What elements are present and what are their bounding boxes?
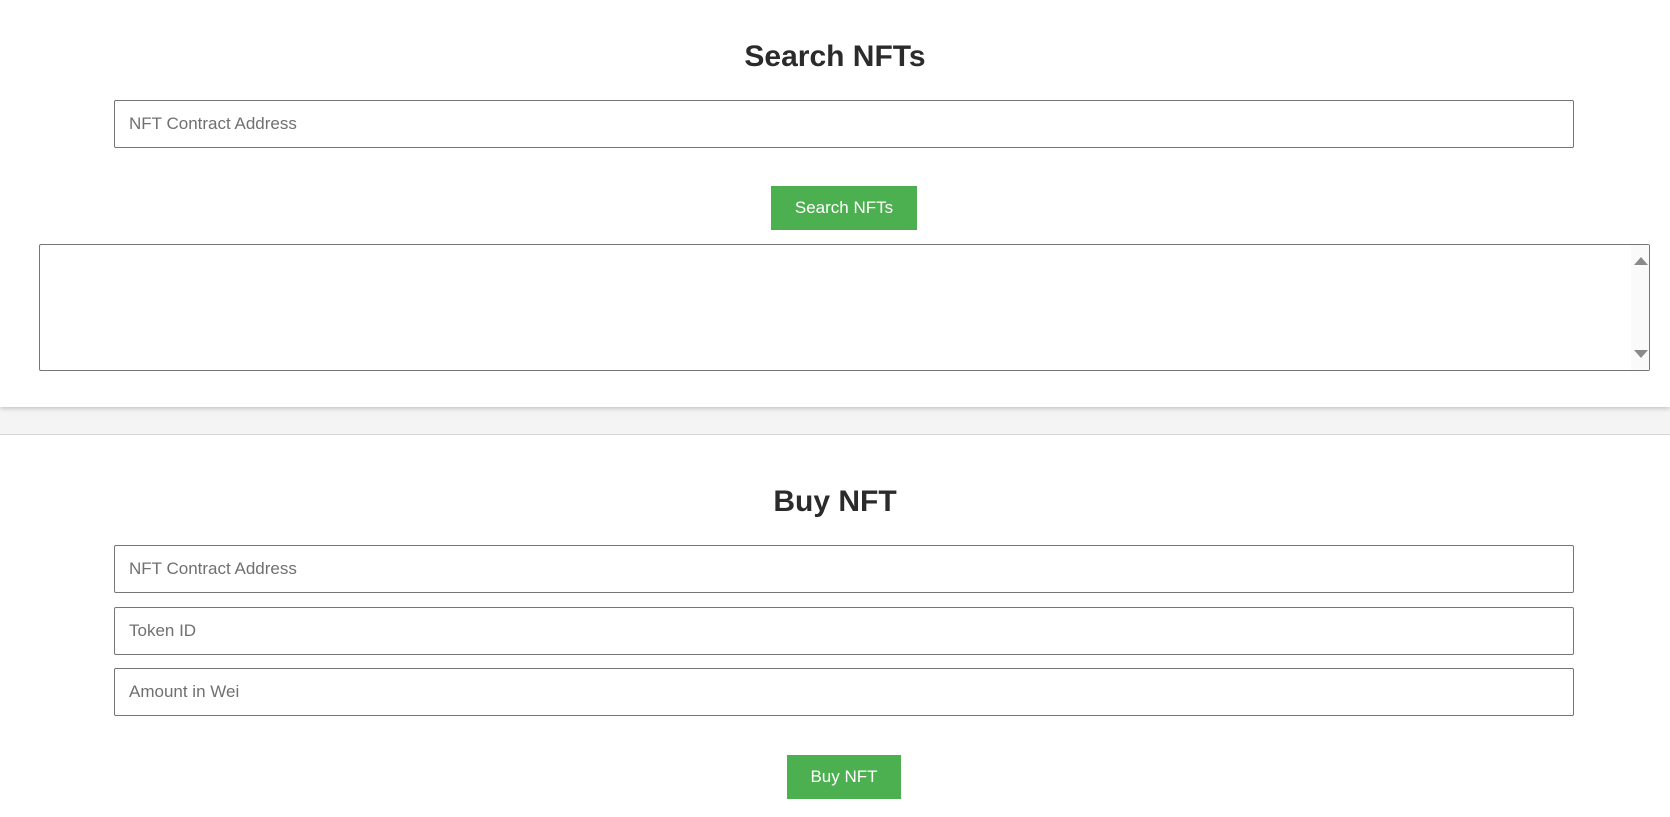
textarea-scrollbar[interactable] xyxy=(1631,245,1649,370)
search-nfts-section: Search NFTs Search NFTs xyxy=(0,0,1670,407)
scroll-up-arrow-icon[interactable] xyxy=(1634,257,1648,265)
buy-contract-address-input[interactable] xyxy=(114,545,1574,593)
search-results-textarea[interactable] xyxy=(39,244,1650,371)
search-nfts-button[interactable]: Search NFTs xyxy=(771,186,917,230)
search-nfts-title: Search NFTs xyxy=(744,40,926,73)
buy-nft-section: Buy NFT Buy NFT xyxy=(0,434,1670,817)
scroll-down-arrow-icon[interactable] xyxy=(1634,350,1648,358)
buy-nft-title: Buy NFT xyxy=(773,485,897,518)
search-contract-address-input[interactable] xyxy=(114,100,1574,148)
token-id-input[interactable] xyxy=(114,607,1574,655)
amount-wei-input[interactable] xyxy=(114,668,1574,716)
buy-nft-button[interactable]: Buy NFT xyxy=(787,755,901,799)
